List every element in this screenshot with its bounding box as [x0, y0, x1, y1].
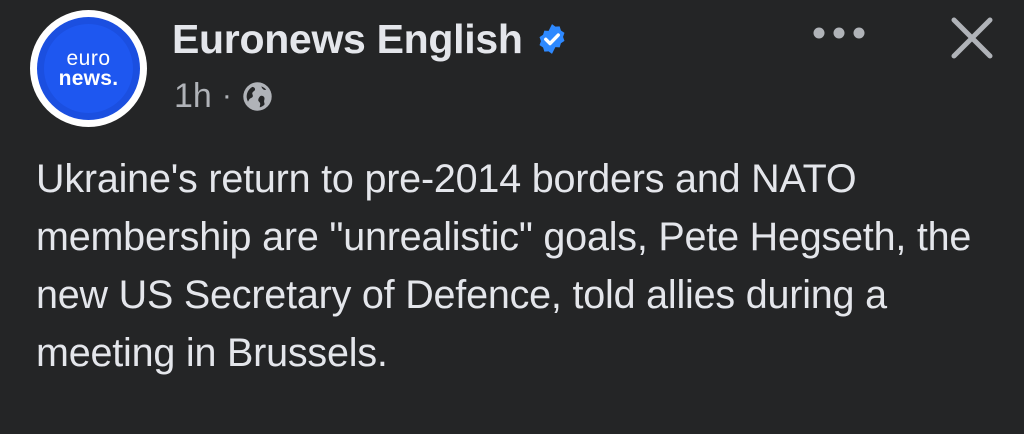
euronews-logo: euro news.: [44, 24, 133, 113]
logo-text-euro: euro: [66, 46, 111, 70]
globe-icon[interactable]: [242, 81, 273, 112]
post-card: euro news. Euronews English 1h · Ukraine…: [0, 0, 1024, 434]
more-options-icon: [813, 27, 865, 39]
close-icon: [951, 17, 993, 59]
post-timestamp[interactable]: 1h: [174, 77, 212, 116]
meta-separator: ·: [221, 79, 232, 112]
logo-text-news: news.: [58, 66, 119, 90]
avatar[interactable]: euro news.: [30, 10, 147, 127]
verified-badge-icon: [539, 24, 565, 54]
author-name[interactable]: Euronews English: [172, 16, 523, 63]
author-row: Euronews English: [172, 14, 569, 64]
more-options-button[interactable]: [808, 16, 870, 50]
post-meta: 1h ·: [174, 74, 273, 118]
post-body-text: Ukraine's return to pre-2014 borders and…: [36, 157, 972, 375]
avatar-ring: euro news.: [37, 17, 140, 120]
close-button[interactable]: [944, 10, 1000, 66]
